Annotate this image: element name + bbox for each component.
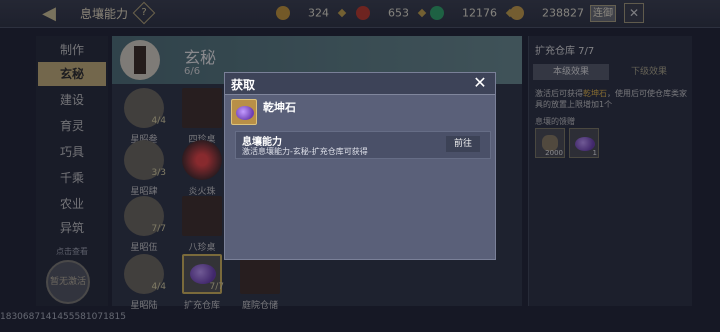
item-row: 乾坤石 bbox=[229, 97, 493, 127]
close-icon[interactable]: ✕ bbox=[471, 74, 489, 92]
dialog-header: 获取 ✕ bbox=[225, 73, 495, 95]
item-name: 乾坤石 bbox=[263, 101, 296, 114]
qiankun-stone-icon bbox=[231, 99, 257, 125]
goto-button[interactable]: 前往 bbox=[446, 136, 480, 152]
source-description: 激活息壤能力-玄秘-扩充仓库可获得 bbox=[242, 147, 368, 156]
source-row: 息壤能力 激活息壤能力-玄秘-扩充仓库可获得 前往 bbox=[235, 131, 491, 159]
dialog-title: 获取 bbox=[231, 78, 256, 92]
acquire-dialog: 获取 ✕ 乾坤石 息壤能力 激活息壤能力-玄秘-扩充仓库可获得 前往 bbox=[224, 72, 496, 260]
